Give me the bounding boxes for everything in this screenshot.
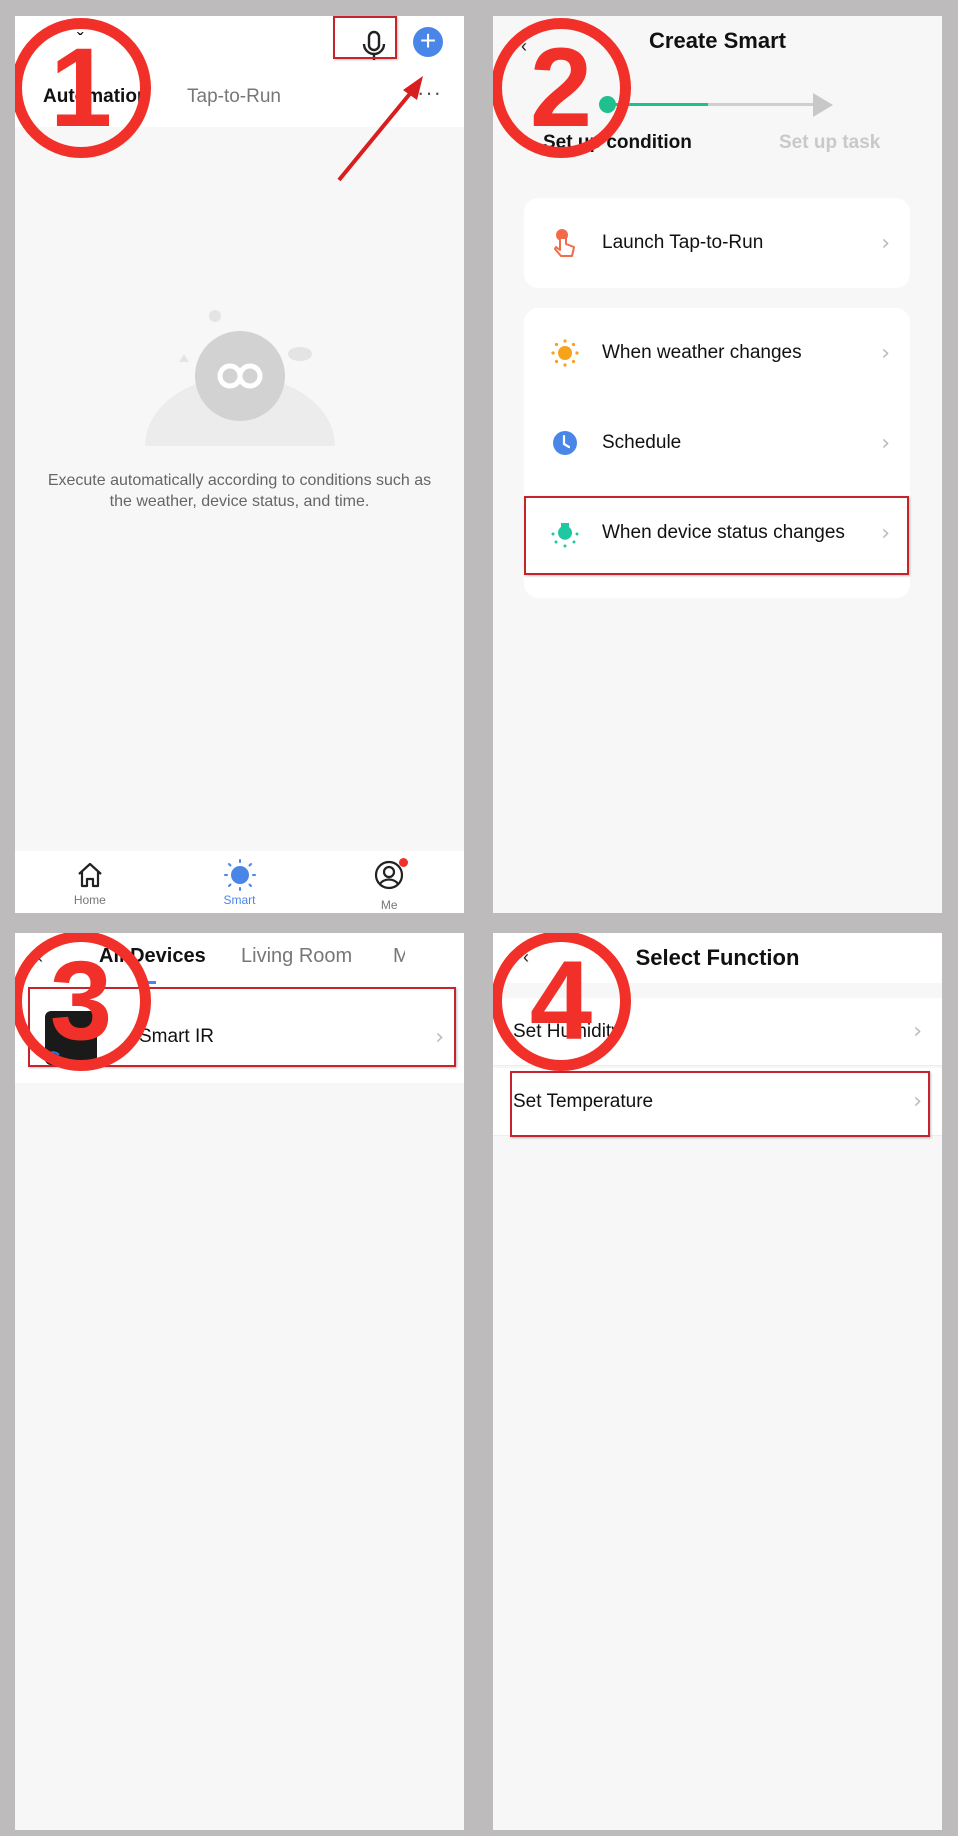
- condition-label: Launch Tap-to-Run: [602, 232, 764, 253]
- condition-label: When device status changes: [602, 522, 845, 543]
- chevron-right-icon: ›: [881, 340, 890, 366]
- add-icon: +: [419, 25, 437, 56]
- create-smart-screen: ‹ Create Smart Set up condition Set up t…: [493, 16, 942, 913]
- bottom-navigation: Home Smart Me: [15, 851, 464, 913]
- nav-me[interactable]: Me: [314, 851, 464, 913]
- step-label-task: Set up task: [779, 132, 881, 153]
- select-device-screen: ‹ All Devices Living Room M Smart IR › 3: [15, 933, 464, 1830]
- progress-arrow-icon: [813, 93, 833, 117]
- clock-icon: [550, 428, 580, 458]
- select-function-screen: ‹ Select Function Set Humidity › Set Tem…: [493, 933, 942, 1830]
- empty-state-message: Execute automatically according to condi…: [47, 472, 432, 510]
- nav-smart-label: Smart: [223, 893, 256, 907]
- add-automation-button[interactable]: +: [413, 27, 443, 57]
- tap-to-run-card: Launch Tap-to-Run ›: [524, 198, 910, 288]
- conditions-card: When weather changes › Schedule › When d…: [524, 308, 910, 598]
- tab-tap-to-run[interactable]: Tap-to-Run: [187, 86, 281, 108]
- tab-living-room[interactable]: Living Room: [241, 945, 352, 968]
- nav-home[interactable]: Home: [15, 851, 165, 913]
- nav-home-label: Home: [73, 893, 106, 907]
- chevron-right-icon: ›: [913, 1089, 922, 1114]
- notification-badge: [399, 858, 409, 867]
- step-number-badge: 1: [15, 18, 151, 158]
- step-number-badge: 4: [493, 933, 631, 1071]
- automation-empty-illustration: [145, 310, 335, 446]
- step-number-badge: 2: [493, 18, 631, 158]
- condition-schedule[interactable]: Schedule ›: [524, 398, 910, 488]
- chevron-right-icon: ›: [881, 430, 890, 456]
- chevron-right-icon: ›: [881, 520, 890, 546]
- smart-sun-icon: [223, 859, 256, 891]
- chevron-right-icon: ›: [435, 1024, 444, 1050]
- condition-label: Schedule: [602, 432, 682, 453]
- condition-launch-tap-to-run[interactable]: Launch Tap-to-Run ›: [524, 198, 910, 288]
- annotation-arrow-icon: [337, 76, 423, 182]
- tap-hand-icon: [550, 228, 580, 258]
- function-set-temperature[interactable]: Set Temperature ›: [493, 1068, 942, 1136]
- automation-screen: ˇ + Automation Tap-to-Run ··· Execute au…: [15, 16, 464, 913]
- condition-label: When weather changes: [602, 342, 802, 363]
- device-bulb-icon: [550, 518, 580, 548]
- step-number-badge: 3: [15, 933, 151, 1071]
- microphone-icon[interactable]: [361, 30, 387, 62]
- nav-me-label: Me: [380, 898, 398, 912]
- condition-device-status[interactable]: When device status changes ›: [524, 488, 910, 578]
- condition-weather[interactable]: When weather changes ›: [524, 308, 910, 398]
- function-label: Set Temperature: [513, 1090, 654, 1112]
- chevron-right-icon: ›: [881, 230, 890, 256]
- weather-sun-icon: [550, 338, 580, 368]
- chevron-right-icon: ›: [913, 1019, 922, 1044]
- home-icon: [78, 862, 102, 888]
- progress-track: [603, 103, 813, 106]
- nav-smart[interactable]: Smart: [165, 851, 315, 913]
- tab-more-rooms[interactable]: M: [393, 945, 405, 968]
- device-label: Smart IR: [139, 1026, 214, 1047]
